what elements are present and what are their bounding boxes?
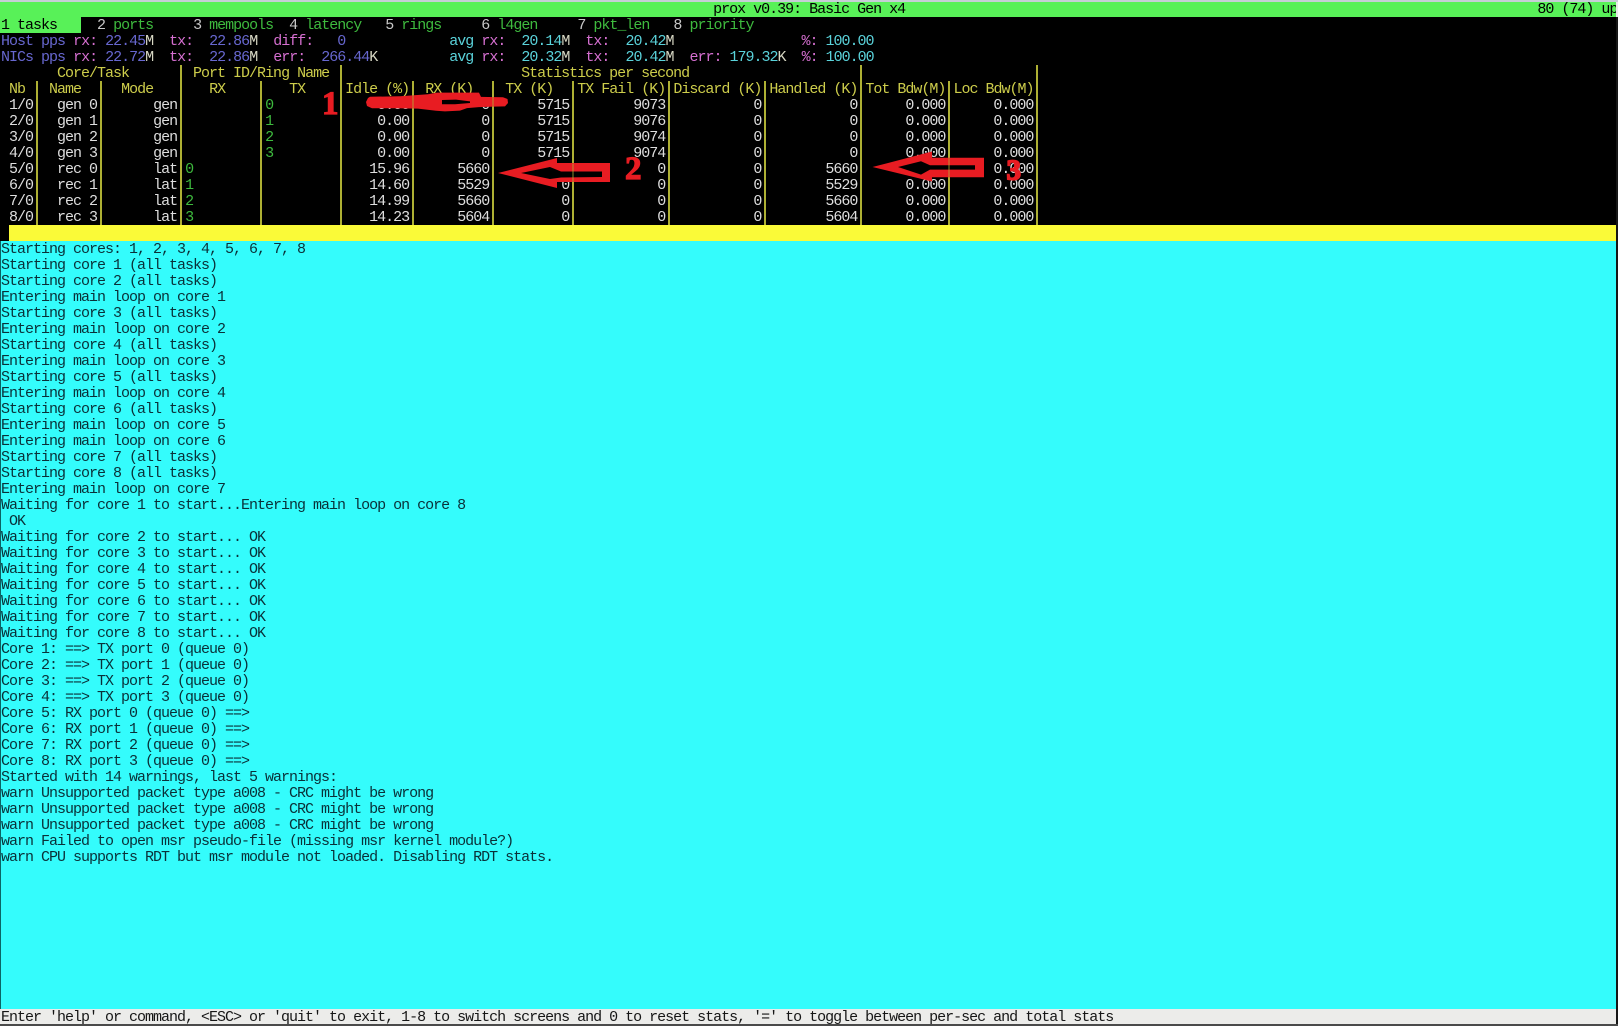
- svg-text:2: 2: [625, 151, 641, 187]
- svg-text:3: 3: [1007, 155, 1021, 187]
- svg-text:1: 1: [322, 86, 338, 122]
